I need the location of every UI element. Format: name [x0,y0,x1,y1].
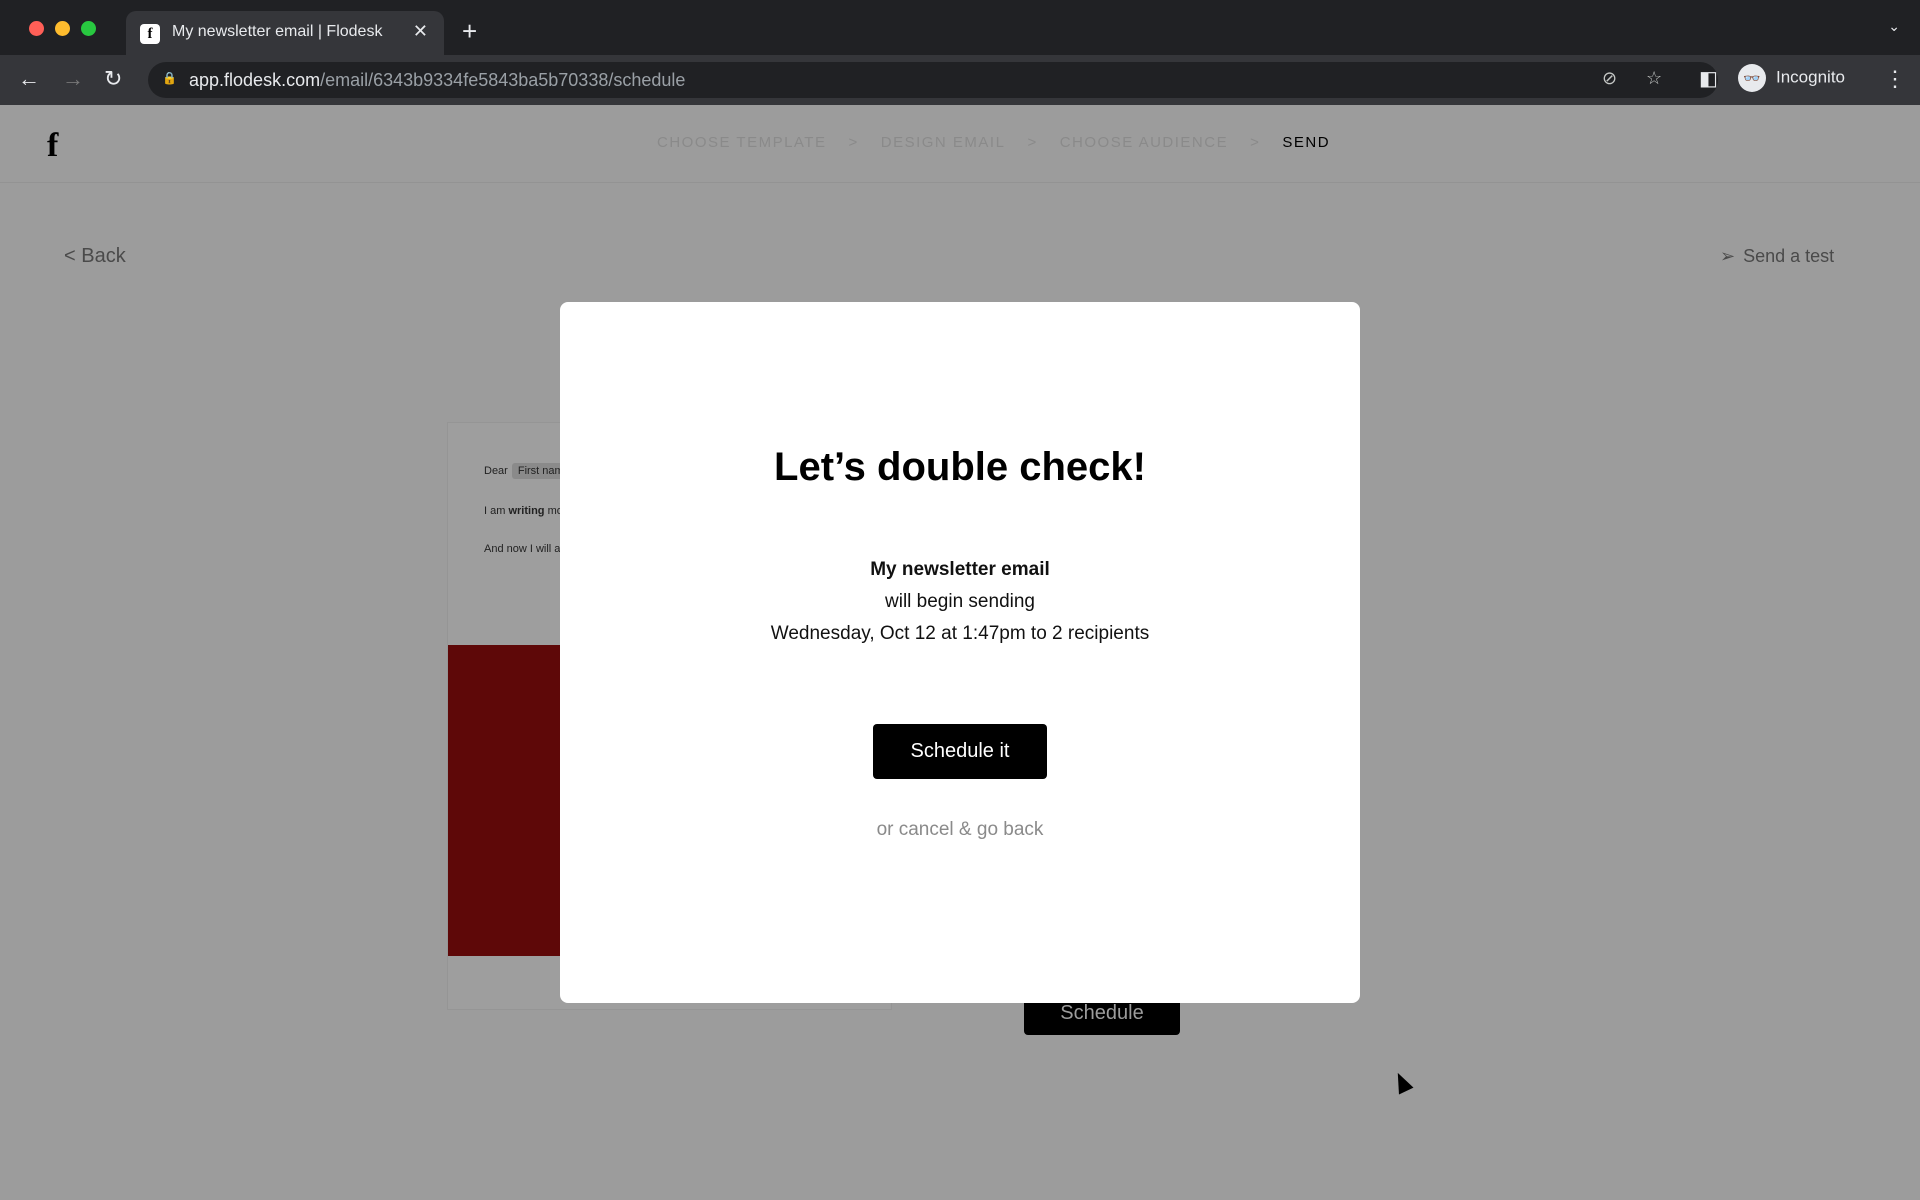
browser-toolbar: ← → ↻ 🔒 app.flodesk.com/email/6343b9334f… [0,55,1920,105]
maximize-window-button[interactable] [81,21,96,36]
flodesk-logo[interactable]: f [47,127,58,165]
flodesk-favicon-icon: f [140,24,160,44]
incognito-icon: 👓 [1738,64,1766,92]
menu-kebab-icon[interactable]: ⋮ [1884,66,1906,92]
minimize-window-button[interactable] [55,21,70,36]
app-header: f CHOOSE TEMPLATE > DESIGN EMAIL > CHOOSE … [0,105,1920,183]
separator: > [848,134,859,151]
close-tab-icon[interactable]: ✕ [413,21,428,42]
send-test-link[interactable]: ➢ Send a test [1720,246,1834,267]
step-send[interactable]: SEND [1282,134,1330,151]
profile-label: Incognito [1776,67,1845,87]
schedule-it-button[interactable]: Schedule it [873,724,1047,779]
cancel-link[interactable]: or cancel & go back [560,819,1360,841]
url-text: app.flodesk.com/email/6343b9334fe5843ba5… [189,70,686,90]
step-choose-template[interactable]: CHOOSE TEMPLATE [657,134,826,151]
confirm-modal: Let’s double check! My newsletter email … [560,302,1360,1003]
separator: > [1027,134,1038,151]
back-link[interactable]: < Back [64,245,126,268]
back-arrow-icon[interactable]: ← [18,66,40,92]
separator: > [1250,134,1261,151]
new-tab-icon[interactable]: + [462,16,477,47]
schedule-details: Wednesday, Oct 12 at 1:47pm to 2 recipie… [770,623,1150,644]
email-name: My newsletter email [870,559,1050,580]
step-choose-audience[interactable]: CHOOSE AUDIENCE [1060,134,1228,151]
step-breadcrumb: CHOOSE TEMPLATE > DESIGN EMAIL > CHOOSE AU… [657,134,1330,151]
browser-tab-strip: f My newsletter email | Flodesk ✕ + ⌄ [0,0,1920,55]
side-panel-icon[interactable]: ◧ [1699,66,1718,91]
incognito-profile[interactable]: 👓 Incognito [1738,64,1845,92]
forward-arrow-icon[interactable]: → [62,66,84,92]
lock-icon: 🔒 [162,71,177,85]
close-window-button[interactable] [29,21,44,36]
tab-title: My newsletter email | Flodesk [172,23,383,40]
browser-tab[interactable]: f My newsletter email | Flodesk ✕ [126,11,444,55]
reload-icon[interactable]: ↻ [104,66,122,92]
eye-off-icon[interactable]: ⊘ [1602,68,1617,89]
address-bar[interactable]: 🔒 app.flodesk.com/email/6343b9334fe5843b… [148,62,1718,98]
preview-line: I am writing mo [484,505,563,517]
modal-title: Let’s double check! [774,445,1146,489]
paper-plane-icon: ➢ [1720,246,1736,266]
sending-text: will begin sending [885,591,1035,612]
tab-search-chevron-icon[interactable]: ⌄ [1888,18,1900,35]
step-design-email[interactable]: DESIGN EMAIL [881,134,1006,151]
bookmark-star-icon[interactable]: ☆ [1646,68,1662,89]
send-test-label: Send a test [1743,246,1835,266]
preview-line: And now I will at [484,543,564,555]
preview-line: Dear First nam [484,463,570,479]
